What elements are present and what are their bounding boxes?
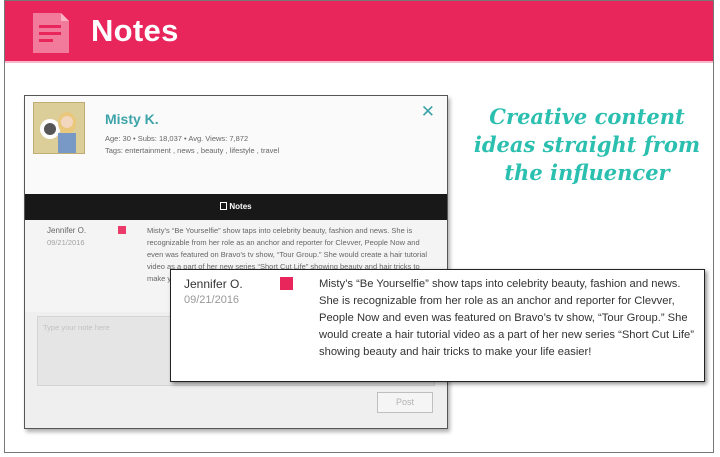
stat-separator: • — [184, 134, 187, 143]
avatar-image — [34, 103, 84, 153]
influencer-name[interactable]: Misty K. — [105, 111, 159, 127]
views-value: 7,872 — [229, 134, 249, 143]
tags-label: Tags: — [105, 146, 123, 155]
close-icon[interactable]: ✕ — [421, 102, 435, 122]
post-button[interactable]: Post — [377, 392, 433, 413]
profile-stats: Age: 30 • Subs: 18,037 • Avg. Views: 7,8… — [105, 134, 248, 143]
callout-note-date: 09/21/2016 — [184, 294, 240, 306]
avatar — [33, 102, 85, 154]
profile-tags: Tags: entertainment , news , beauty , li… — [105, 146, 279, 155]
note-callout-zoom: Jennifer O. 09/21/2016 Misty’s “Be Yours… — [170, 269, 705, 382]
note-icon — [220, 202, 228, 210]
header-divider — [5, 61, 713, 63]
note-date: 09/21/2016 — [47, 238, 85, 247]
tab-notes-label: Notes — [229, 202, 252, 211]
profile-card: Misty K. ✕ Age: 30 • Subs: 18,037 • Avg.… — [25, 96, 447, 194]
tab-notes[interactable]: Notes — [25, 194, 447, 220]
tags-value: entertainment , news , beauty , lifestyl… — [125, 146, 280, 155]
slide-frame: Notes Misty K. ✕ Age: 30 • Subs: 18,037 … — [4, 0, 714, 453]
age-label: Age: — [105, 134, 121, 143]
callout-note-author: Jennifer O. — [184, 277, 243, 291]
tagline: Creative content ideas straight from the… — [473, 104, 701, 185]
age-value: 30 — [122, 134, 131, 143]
note-marker-icon — [118, 226, 126, 234]
notes-document-icon — [33, 13, 69, 53]
stat-separator: • — [132, 134, 136, 143]
note-author: Jennifer O. — [47, 226, 87, 235]
views-label: Avg. Views: — [188, 134, 228, 143]
page-title: Notes — [91, 13, 179, 48]
subs-label: Subs: — [137, 134, 157, 143]
header-banner: Notes — [5, 1, 713, 61]
callout-note-marker-icon — [280, 277, 293, 290]
subs-value: 18,037 — [158, 134, 182, 143]
callout-note-text: Misty’s “Be Yourselfie” show taps into c… — [319, 278, 694, 358]
